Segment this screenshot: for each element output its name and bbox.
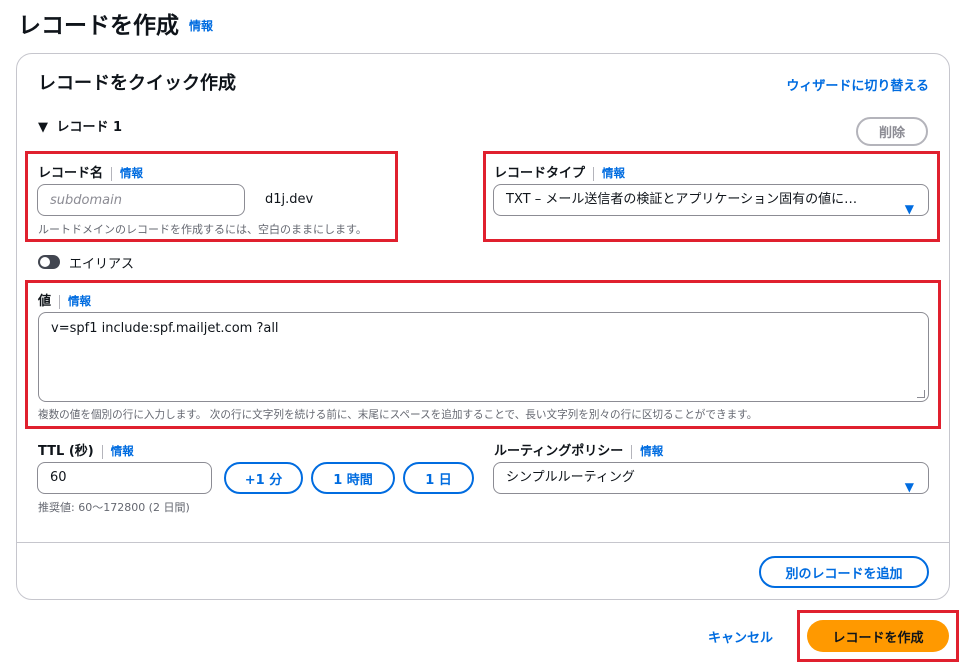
page-info-link[interactable]: 情報 [189, 17, 213, 34]
record-name-input[interactable] [37, 184, 245, 216]
ttl-hint: 推奨値: 60〜172800 (2 日間) [38, 501, 190, 514]
cancel-link[interactable]: キャンセル [708, 627, 773, 646]
ttl-1-day-button[interactable]: 1 日 [403, 462, 474, 494]
ttl-plus-1-minute-button[interactable]: +1 分 [224, 462, 303, 494]
record-name-info-link[interactable]: 情報 [120, 166, 143, 180]
label-separator [101, 444, 103, 459]
value-info-link[interactable]: 情報 [68, 294, 91, 308]
record-section-label: レコード 1 [56, 120, 123, 135]
routing-policy-label: ルーティングポリシー [494, 444, 624, 459]
label-separator [59, 294, 61, 309]
ttl-1-hour-button[interactable]: 1 時間 [311, 462, 395, 494]
card-title: レコードをクイック作成 [38, 73, 236, 94]
ttl-label: TTL (秒) [38, 444, 94, 459]
ttl-input[interactable]: 60 [37, 462, 212, 494]
switch-to-wizard-link[interactable]: ウィザードに切り替える [786, 75, 929, 94]
record-name-label-row: レコード名 情報 [38, 162, 143, 181]
add-another-record-button[interactable]: 別のレコードを追加 [759, 556, 929, 588]
alias-label: エイリアス [69, 257, 135, 272]
label-separator [111, 166, 113, 181]
record-type-label-row: レコードタイプ 情報 [494, 162, 625, 181]
label-separator [593, 166, 595, 181]
ttl-info-link[interactable]: 情報 [111, 444, 134, 458]
record-type-info-link[interactable]: 情報 [602, 166, 625, 180]
alias-toggle[interactable] [38, 255, 60, 269]
value-label: 値 [38, 294, 52, 309]
page-title: レコードを作成 [18, 13, 179, 39]
record-type-selected: TXT – メール送信者の検証とアプリケーション固有の値に… [506, 192, 858, 207]
value-hint: 複数の値を個別の行に入力します。 次の行に文字列を続ける前に、末尾にスペースを追… [38, 409, 758, 421]
value-label-row: 値 情報 [38, 290, 91, 309]
value-textarea[interactable]: v=spf1 include:spf.mailjet.com ?all [38, 312, 929, 402]
record-section-toggle[interactable]: ▼ レコード 1 [38, 116, 122, 135]
create-records-button[interactable]: レコードを作成 [807, 620, 949, 652]
card-divider [17, 542, 949, 543]
domain-suffix: d1j.dev [265, 192, 314, 207]
routing-policy-selected: シンプルルーティング [506, 470, 635, 485]
routing-policy-info-link[interactable]: 情報 [640, 444, 663, 458]
label-separator [631, 444, 633, 459]
record-type-select[interactable]: TXT – メール送信者の検証とアプリケーション固有の値に… ▼ [493, 184, 929, 216]
resize-grip[interactable] [917, 390, 925, 398]
record-type-label: レコードタイプ [494, 166, 586, 181]
record-name-label: レコード名 [38, 166, 104, 181]
delete-button[interactable]: 削除 [856, 117, 928, 146]
routing-policy-select[interactable]: シンプルルーティング ▼ [493, 462, 929, 494]
ttl-value: 60 [50, 470, 67, 485]
record-name-hint: ルートドメインのレコードを作成するには、空白のままにします。 [38, 223, 367, 236]
triangle-down-icon: ▼ [38, 120, 48, 135]
caret-down-icon: ▼ [904, 202, 914, 216]
toggle-knob [40, 257, 50, 267]
caret-down-icon: ▼ [904, 480, 914, 494]
ttl-label-row: TTL (秒) 情報 [38, 440, 134, 459]
value-text: v=spf1 include:spf.mailjet.com ?all [51, 321, 279, 336]
routing-policy-label-row: ルーティングポリシー 情報 [494, 440, 663, 459]
